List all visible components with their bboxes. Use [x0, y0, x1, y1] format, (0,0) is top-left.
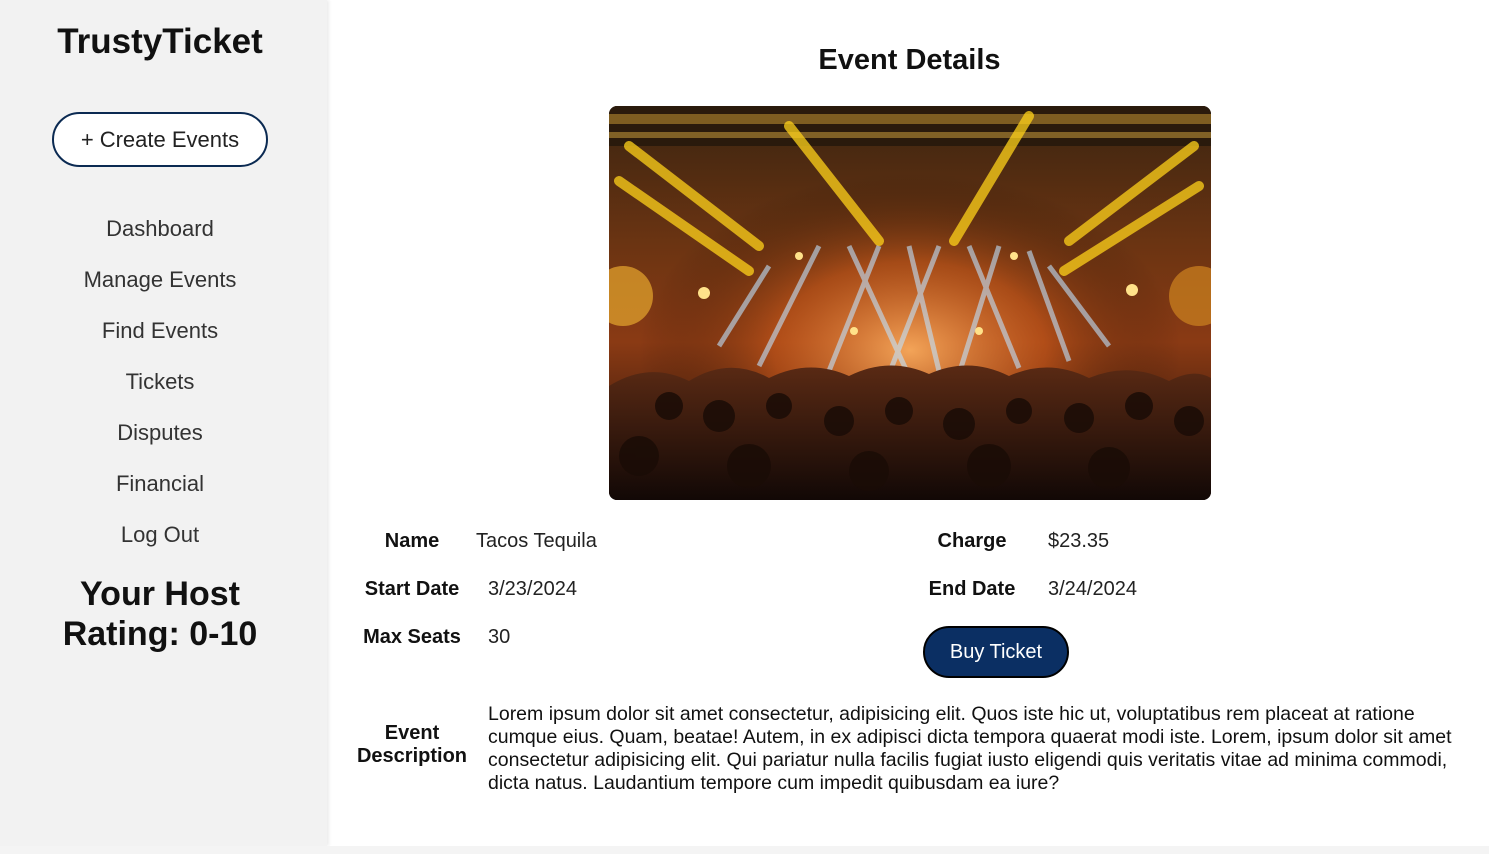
buy-ticket-button[interactable]: Buy Ticket: [923, 626, 1069, 678]
max-seats-value: 30: [488, 626, 511, 648]
host-rating-line1: Your Host: [80, 575, 240, 613]
start-date-value: 3/23/2024: [488, 578, 577, 600]
event-image: [609, 106, 1211, 500]
description-label: Event Description: [352, 722, 472, 768]
name-label: Name: [384, 530, 440, 552]
host-rating-line2: Rating: 0-10: [62, 615, 258, 653]
page-title: Event Details: [818, 44, 1001, 76]
sidebar-item-manage-events[interactable]: Manage Events: [0, 262, 320, 313]
app-root: TrustyTicket + Create Events Dashboard M…: [0, 0, 1489, 854]
description-label-line2: Description: [356, 745, 468, 767]
plus-icon: +: [80, 126, 94, 152]
sidebar-item-log-out[interactable]: Log Out: [0, 517, 320, 568]
sidebar-item-tickets[interactable]: Tickets: [0, 364, 320, 415]
sidebar-item-dashboard[interactable]: Dashboard: [0, 211, 320, 262]
end-date-value: 3/24/2024: [1048, 578, 1137, 600]
sidebar-item-disputes[interactable]: Disputes: [0, 415, 320, 466]
concert-photo-illustration: [609, 106, 1211, 500]
sidebar-item-find-events[interactable]: Find Events: [0, 313, 320, 364]
event-description: Lorem ipsum dolor sit amet consectetur, …: [488, 703, 1452, 794]
brand-logo[interactable]: TrustyTicket: [0, 22, 320, 62]
sidebar-nav: Dashboard Manage Events Find Events Tick…: [0, 211, 320, 568]
name-value: Tacos Tequila: [476, 530, 597, 552]
start-date-label: Start Date: [364, 578, 460, 600]
charge-label: Charge: [937, 530, 1007, 552]
host-rating: Your Host Rating: 0-10: [0, 574, 320, 654]
sidebar: TrustyTicket + Create Events Dashboard M…: [0, 0, 327, 846]
max-seats-label: Max Seats: [363, 626, 461, 648]
create-events-button[interactable]: + Create Events: [52, 112, 268, 167]
charge-value: $23.35: [1048, 530, 1110, 552]
footer-divider: [0, 846, 1489, 854]
end-date-label: End Date: [928, 578, 1016, 600]
create-events-label: Create Events: [99, 126, 240, 152]
description-label-line1: Event: [384, 722, 440, 744]
sidebar-item-financial[interactable]: Financial: [0, 466, 320, 517]
